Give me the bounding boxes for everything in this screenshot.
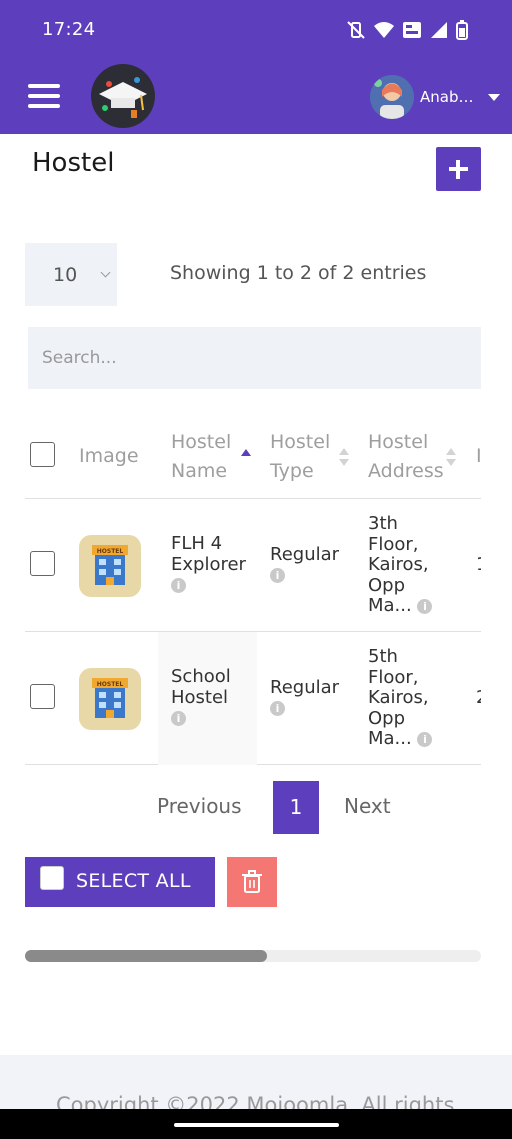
row-checkbox[interactable] bbox=[30, 684, 55, 709]
mute-vibrate-icon bbox=[347, 21, 365, 39]
info-icon[interactable]: i bbox=[417, 731, 433, 747]
select-all-checkbox[interactable] bbox=[40, 866, 64, 890]
page-title: Hostel bbox=[32, 148, 115, 178]
sort-icon[interactable] bbox=[446, 448, 456, 466]
scrollbar-thumb[interactable] bbox=[25, 950, 267, 962]
info-icon[interactable]: i bbox=[270, 701, 285, 716]
next-page-button[interactable]: Next bbox=[344, 794, 391, 818]
select-all-button[interactable]: SELECT ALL bbox=[25, 857, 215, 907]
page-length-select[interactable]: 10 bbox=[25, 243, 117, 306]
previous-page-button[interactable]: Previous bbox=[157, 794, 242, 818]
pagination: Previous 1 Next bbox=[0, 781, 512, 834]
battery-icon bbox=[456, 20, 468, 40]
hostel-address-cell: 5th Floor, Kairos, Opp Ma... i bbox=[368, 646, 433, 750]
app-bar: Anabe... bbox=[0, 60, 512, 134]
column-header-hostel-address[interactable]: Hostel Address bbox=[368, 428, 444, 486]
signal-icon bbox=[431, 22, 447, 38]
status-time: 17:24 bbox=[42, 19, 96, 40]
row-checkbox[interactable] bbox=[30, 551, 55, 576]
school-logo[interactable] bbox=[91, 64, 155, 128]
partial-cell: 2 bbox=[476, 687, 481, 709]
search-input[interactable] bbox=[28, 327, 481, 389]
hostel-sign-text: HOSTEL bbox=[97, 681, 124, 688]
user-menu[interactable]: Anabe... bbox=[370, 75, 500, 119]
partial-cell: 1 bbox=[476, 554, 481, 576]
column-header-hostel-name[interactable]: Hostel Name bbox=[171, 428, 231, 486]
info-icon[interactable]: i bbox=[171, 577, 186, 593]
sort-ascending-icon[interactable] bbox=[241, 449, 251, 456]
delete-button[interactable] bbox=[227, 857, 277, 907]
hostel-address-cell: 3th Floor, Kairos, Opp Ma... i bbox=[368, 513, 433, 617]
system-nav-bar bbox=[0, 1109, 512, 1139]
hostel-image: HOSTEL bbox=[79, 535, 141, 597]
hostel-name-cell: School Hostel i bbox=[171, 666, 231, 726]
select-all-rows-checkbox[interactable] bbox=[30, 442, 55, 467]
hostel-type-cell: Regular i bbox=[270, 544, 340, 583]
table-header: Image Hostel Name Hostel Type Hostel Add… bbox=[25, 414, 481, 499]
hostel-type-cell: Regular i bbox=[270, 677, 340, 716]
page-1-button[interactable]: 1 bbox=[273, 781, 319, 834]
hostel-image: HOSTEL bbox=[79, 668, 141, 730]
user-name: Anabe... bbox=[420, 88, 478, 106]
user-avatar bbox=[370, 75, 414, 119]
select-all-label: SELECT ALL bbox=[76, 870, 191, 892]
volte-icon bbox=[403, 22, 421, 38]
wifi-icon bbox=[374, 22, 394, 38]
status-bar: 17:24 bbox=[0, 0, 512, 60]
graduation-cap-icon bbox=[99, 77, 147, 118]
table-info: Showing 1 to 2 of 2 entries bbox=[170, 262, 427, 284]
chevron-down-icon bbox=[488, 93, 500, 101]
add-hostel-button[interactable] bbox=[436, 147, 481, 191]
home-gesture-bar[interactable] bbox=[174, 1123, 339, 1127]
info-icon[interactable]: i bbox=[417, 598, 433, 614]
column-header-partial: I bbox=[476, 445, 481, 467]
hostel-sign-text: HOSTEL bbox=[97, 548, 124, 555]
chevron-down-icon bbox=[100, 267, 111, 278]
info-icon[interactable]: i bbox=[270, 568, 285, 583]
column-header-image: Image bbox=[79, 445, 139, 467]
info-icon[interactable]: i bbox=[171, 710, 186, 726]
page-length-value: 10 bbox=[53, 263, 78, 286]
hostel-building-icon: HOSTEL bbox=[92, 545, 128, 585]
sort-icon[interactable] bbox=[339, 448, 349, 466]
menu-icon[interactable] bbox=[28, 84, 60, 110]
hostel-name-cell: FLH 4 Explorer i bbox=[171, 533, 246, 593]
trash-icon bbox=[242, 870, 262, 893]
table-row: HOSTEL FLH 4 Explorer i Regular i 3th Fl… bbox=[25, 499, 481, 632]
status-icons bbox=[346, 20, 468, 40]
table-row: HOSTEL School Hostel i Regular i 5th Flo… bbox=[25, 632, 481, 765]
hostel-building-icon: HOSTEL bbox=[92, 678, 128, 718]
table-horizontal-scrollbar[interactable] bbox=[25, 950, 481, 962]
hostel-table: Image Hostel Name Hostel Type Hostel Add… bbox=[25, 414, 481, 766]
column-header-hostel-type[interactable]: Hostel Type bbox=[270, 428, 330, 486]
